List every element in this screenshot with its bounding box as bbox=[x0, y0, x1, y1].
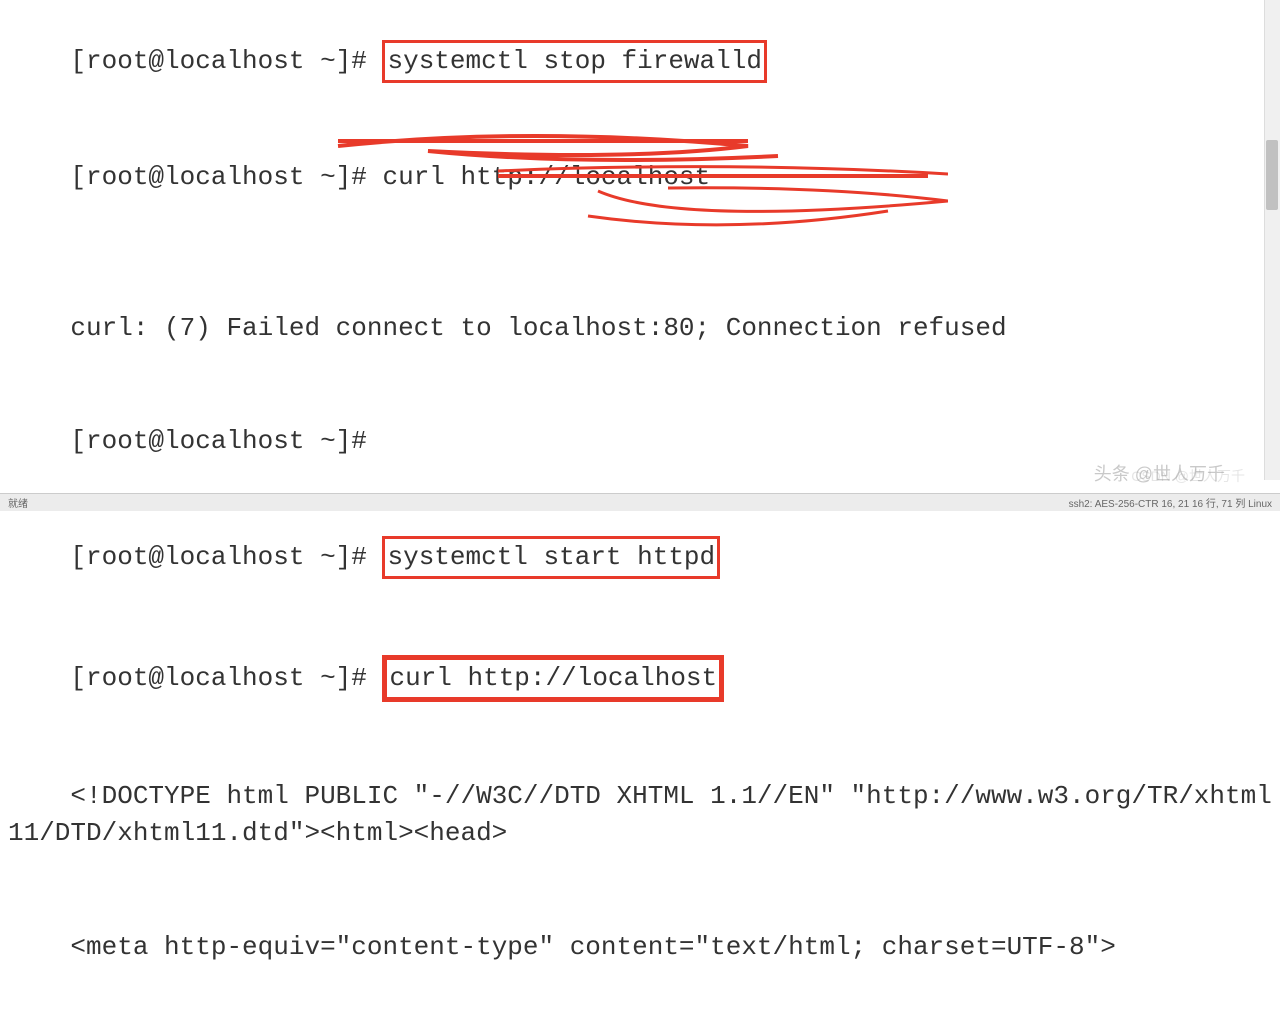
highlighted-command: curl http://localhost bbox=[382, 655, 724, 703]
prompt: [root@localhost ~]# bbox=[70, 542, 382, 572]
output-text: <meta http-equiv="content-type" content=… bbox=[70, 932, 1115, 962]
terminal-line: <title>Apache HTTP Server Test Page powe… bbox=[8, 1004, 1272, 1022]
status-right: ssh2: AES-256-CTR 16, 21 16 行, 71 列 Linu… bbox=[1069, 495, 1272, 510]
prompt: [root@localhost ~]# bbox=[70, 162, 382, 192]
terminal-line: curl: (7) Failed connect to localhost:80… bbox=[8, 272, 1272, 385]
status-bar: 就绪 ssh2: AES-256-CTR 16, 21 16 行, 71 列 L… bbox=[0, 493, 1280, 511]
terminal-line: [root@localhost ~]# curl http://localhos… bbox=[8, 121, 1272, 272]
highlighted-command: systemctl stop firewalld bbox=[382, 40, 766, 84]
watermark-text-secondary: CSDN @世人万千 bbox=[1131, 466, 1245, 486]
prompt: [root@localhost ~]# bbox=[70, 46, 382, 76]
output-text: curl: (7) Failed connect to localhost:80… bbox=[70, 313, 1006, 343]
output-text: <!DOCTYPE html PUBLIC "-//W3C//DTD XHTML… bbox=[8, 781, 1272, 849]
status-left: 就绪 bbox=[8, 495, 28, 510]
terminal-line: <!DOCTYPE html PUBLIC "-//W3C//DTD XHTML… bbox=[8, 740, 1272, 891]
scrollbar-thumb[interactable] bbox=[1266, 140, 1278, 210]
highlighted-command: systemctl start httpd bbox=[382, 536, 720, 580]
terminal-line: [root@localhost ~]# bbox=[8, 385, 1272, 498]
terminal-line: [root@localhost ~]# systemctl start http… bbox=[8, 498, 1272, 617]
terminal-output[interactable]: [root@localhost ~]# systemctl stop firew… bbox=[0, 0, 1280, 1022]
terminal-line: [root@localhost ~]# systemctl stop firew… bbox=[8, 2, 1272, 121]
struck-command: curl http://localhost bbox=[382, 162, 710, 192]
scrollbar-track[interactable] bbox=[1264, 0, 1280, 480]
terminal-line: [root@localhost ~]# curl http://localhos… bbox=[8, 617, 1272, 740]
prompt: [root@localhost ~]# bbox=[70, 426, 382, 456]
prompt: [root@localhost ~]# bbox=[70, 663, 382, 693]
terminal-line: <meta http-equiv="content-type" content=… bbox=[8, 891, 1272, 1004]
